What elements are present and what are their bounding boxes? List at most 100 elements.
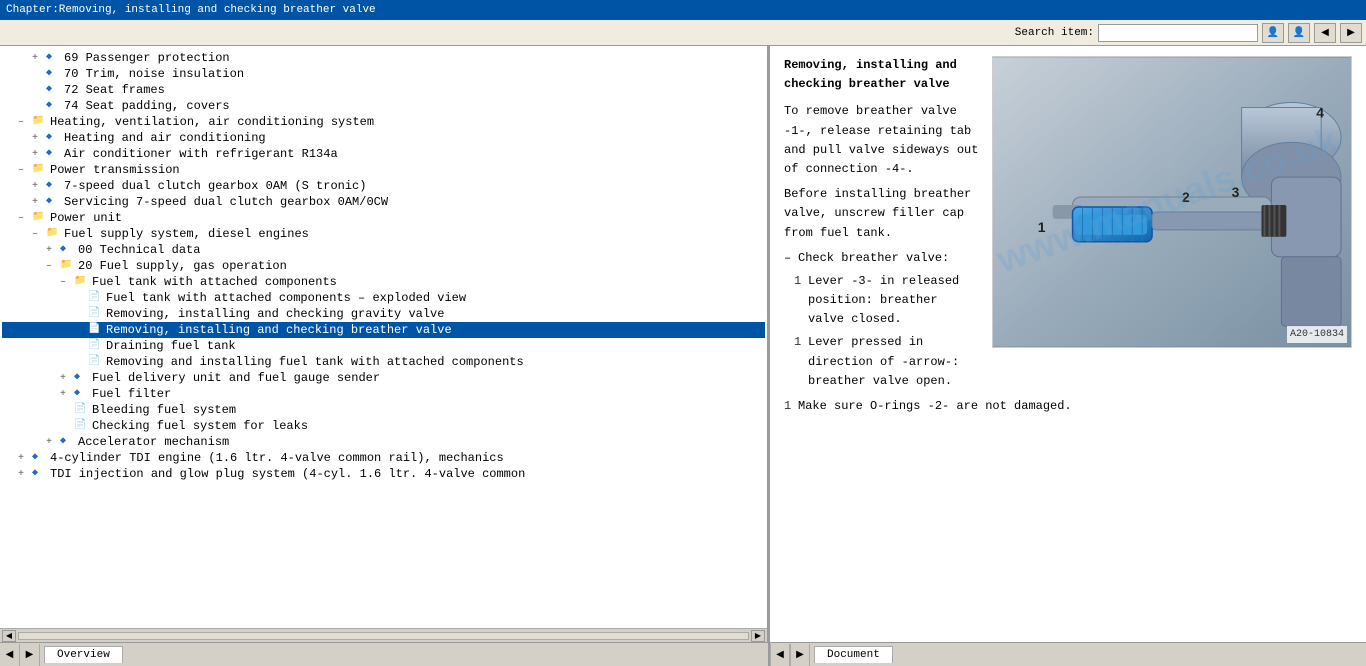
- tree-item[interactable]: 📄 Checking fuel system for leaks: [2, 418, 765, 434]
- tree-item[interactable]: 📄 Bleeding fuel system: [2, 402, 765, 418]
- tree-item[interactable]: + ◆ 4-cylinder TDI engine (1.6 ltr. 4-va…: [2, 450, 765, 466]
- tree-item-label: Fuel delivery unit and fuel gauge sender: [92, 371, 380, 385]
- expander-icon: +: [18, 469, 32, 480]
- tree-item[interactable]: + ◆ Fuel filter: [2, 386, 765, 402]
- tree-item-label: 20 Fuel supply, gas operation: [78, 259, 287, 273]
- tree-item[interactable]: 📄 Removing, installing and checking grav…: [2, 306, 765, 322]
- doc-numbered-1: 1 Lever -3- in released position: breath…: [794, 272, 980, 330]
- nav-prev-btn[interactable]: ◀: [1314, 23, 1336, 43]
- tree-item-label: Fuel filter: [92, 387, 171, 401]
- tree-item[interactable]: – 📁 20 Fuel supply, gas operation: [2, 258, 765, 274]
- tree-item[interactable]: – 📁 Fuel supply system, diesel engines: [2, 226, 765, 242]
- tree-item[interactable]: + ◆ Accelerator mechanism: [2, 434, 765, 450]
- title-bar: Chapter:Removing, installing and checkin…: [0, 0, 1366, 20]
- tree-item[interactable]: + ◆ 69 Passenger protection: [2, 50, 765, 66]
- tree-container[interactable]: + ◆ 69 Passenger protection ◆ 70 Trim, n…: [0, 46, 767, 628]
- diamond-icon: ◆: [74, 387, 90, 401]
- tree-item[interactable]: – 📁 Power unit: [2, 210, 765, 226]
- expander-icon: +: [32, 133, 46, 144]
- book-icon: 📁: [60, 259, 76, 273]
- diamond-icon: ◆: [46, 195, 62, 209]
- tree-item[interactable]: ◆ 74 Seat padding, covers: [2, 98, 765, 114]
- nav-next-btn[interactable]: ▶: [1340, 23, 1362, 43]
- tree-item-label: 70 Trim, noise insulation: [64, 67, 244, 81]
- tree-item-label: 74 Seat padding, covers: [64, 99, 230, 113]
- scroll-right-btn[interactable]: ▶: [751, 630, 765, 642]
- tree-item[interactable]: + ◆ Heating and air conditioning: [2, 130, 765, 146]
- book-icon: 📁: [32, 211, 48, 225]
- tree-item-label: Heating, ventilation, air conditioning s…: [50, 115, 374, 129]
- status-left: ◀ ▶ Overview: [0, 643, 770, 666]
- main-container: + ◆ 69 Passenger protection ◆ 70 Trim, n…: [0, 46, 1366, 642]
- scroll-left-btn[interactable]: ◀: [2, 630, 16, 642]
- user-icon-1[interactable]: 👤: [1262, 23, 1284, 43]
- scroll-track: [18, 632, 749, 640]
- tree-item[interactable]: ◆ 70 Trim, noise insulation: [2, 66, 765, 82]
- diamond-icon: ◆: [60, 243, 76, 257]
- expander-icon: +: [32, 149, 46, 160]
- diamond-icon: ◆: [46, 131, 62, 145]
- tree-item[interactable]: – 📁 Fuel tank with attached components: [2, 274, 765, 290]
- item-num: 1: [794, 333, 808, 391]
- tree-item-label: Bleeding fuel system: [92, 403, 236, 417]
- tree-item[interactable]: + ◆ TDI injection and glow plug system (…: [2, 466, 765, 482]
- tree-item-label: 00 Technical data: [78, 243, 200, 257]
- doc-icon: 📄: [74, 419, 90, 433]
- status-nav-left[interactable]: ◀: [0, 644, 20, 666]
- search-input[interactable]: [1098, 24, 1258, 42]
- tree-item[interactable]: ◆ 72 Seat frames: [2, 82, 765, 98]
- h-scrollbar[interactable]: ◀ ▶: [0, 628, 767, 642]
- expander-icon: –: [60, 277, 74, 288]
- item-num: 1: [784, 397, 798, 416]
- expander-icon: +: [18, 453, 32, 464]
- diamond-icon: ◆: [74, 371, 90, 385]
- search-label: Search item:: [1015, 27, 1094, 39]
- item-text: Make sure O-rings -2- are not damaged.: [798, 397, 1072, 416]
- selected-tree-item[interactable]: 📄 Removing, installing and checking brea…: [2, 322, 765, 338]
- diamond-icon: ◆: [46, 67, 62, 81]
- doc-bullet-1: – Check breather valve:: [784, 249, 980, 268]
- status-nav-left-2[interactable]: ◀: [770, 644, 790, 666]
- expander-icon: +: [32, 197, 46, 208]
- expander-icon: +: [46, 437, 60, 448]
- tree-item[interactable]: + ◆ Fuel delivery unit and fuel gauge se…: [2, 370, 765, 386]
- doc-icon: 📄: [88, 291, 104, 305]
- status-nav-right[interactable]: ▶: [20, 644, 40, 666]
- tree-item-label: Accelerator mechanism: [78, 435, 229, 449]
- tree-item-label: Power transmission: [50, 163, 180, 177]
- svg-text:4: 4: [1316, 104, 1324, 120]
- tree-item[interactable]: 📄 Removing and installing fuel tank with…: [2, 354, 765, 370]
- tree-item[interactable]: + ◆ 7-speed dual clutch gearbox 0AM (S t…: [2, 178, 765, 194]
- document-tab[interactable]: Document: [814, 646, 893, 663]
- tree-item-label: Fuel supply system, diesel engines: [64, 227, 309, 241]
- tree-item[interactable]: – 📁 Power transmission: [2, 162, 765, 178]
- expander-icon: +: [32, 53, 46, 64]
- diamond-icon: ◆: [46, 99, 62, 113]
- item-num: 1: [794, 272, 808, 330]
- tree-item[interactable]: – 📁 Heating, ventilation, air conditioni…: [2, 114, 765, 130]
- tree-item-label: Checking fuel system for leaks: [92, 419, 308, 433]
- tree-item-label: 72 Seat frames: [64, 83, 165, 97]
- status-nav-right-2[interactable]: ▶: [790, 644, 810, 666]
- tree-item[interactable]: + ◆ Servicing 7-speed dual clutch gearbo…: [2, 194, 765, 210]
- item-text: Lever pressed in direction of -arrow-: b…: [808, 333, 980, 391]
- tree-item[interactable]: 📄 Fuel tank with attached components – e…: [2, 290, 765, 306]
- tree-item-label: Servicing 7-speed dual clutch gearbox 0A…: [64, 195, 388, 209]
- diamond-icon: ◆: [46, 51, 62, 65]
- tree-item-label: TDI injection and glow plug system (4-cy…: [50, 467, 525, 481]
- tree-item[interactable]: + ◆ Air conditioner with refrigerant R13…: [2, 146, 765, 162]
- overview-tab[interactable]: Overview: [44, 646, 123, 663]
- tree-item-label: 4-cylinder TDI engine (1.6 ltr. 4-valve …: [50, 451, 504, 465]
- book-icon: 📁: [74, 275, 90, 289]
- user-icon-2[interactable]: 👤: [1288, 23, 1310, 43]
- doc-icon: 📄: [74, 403, 90, 417]
- bullet-text: Check breather valve:: [798, 249, 949, 268]
- doc-icon: 📄: [88, 323, 104, 337]
- tree-item[interactable]: + ◆ 00 Technical data: [2, 242, 765, 258]
- tree-item[interactable]: 📄 Draining fuel tank: [2, 338, 765, 354]
- book-icon: 📁: [32, 115, 48, 129]
- document-image-container: 1 2 3 4 www.manuals.co.uk A20-10834: [992, 56, 1352, 348]
- status-bar: ◀ ▶ Overview ◀ ▶ Document: [0, 642, 1366, 666]
- doc-numbered-2: 1 Lever pressed in direction of -arrow-:…: [794, 333, 980, 391]
- tree-item-label: 7-speed dual clutch gearbox 0AM (S troni…: [64, 179, 366, 193]
